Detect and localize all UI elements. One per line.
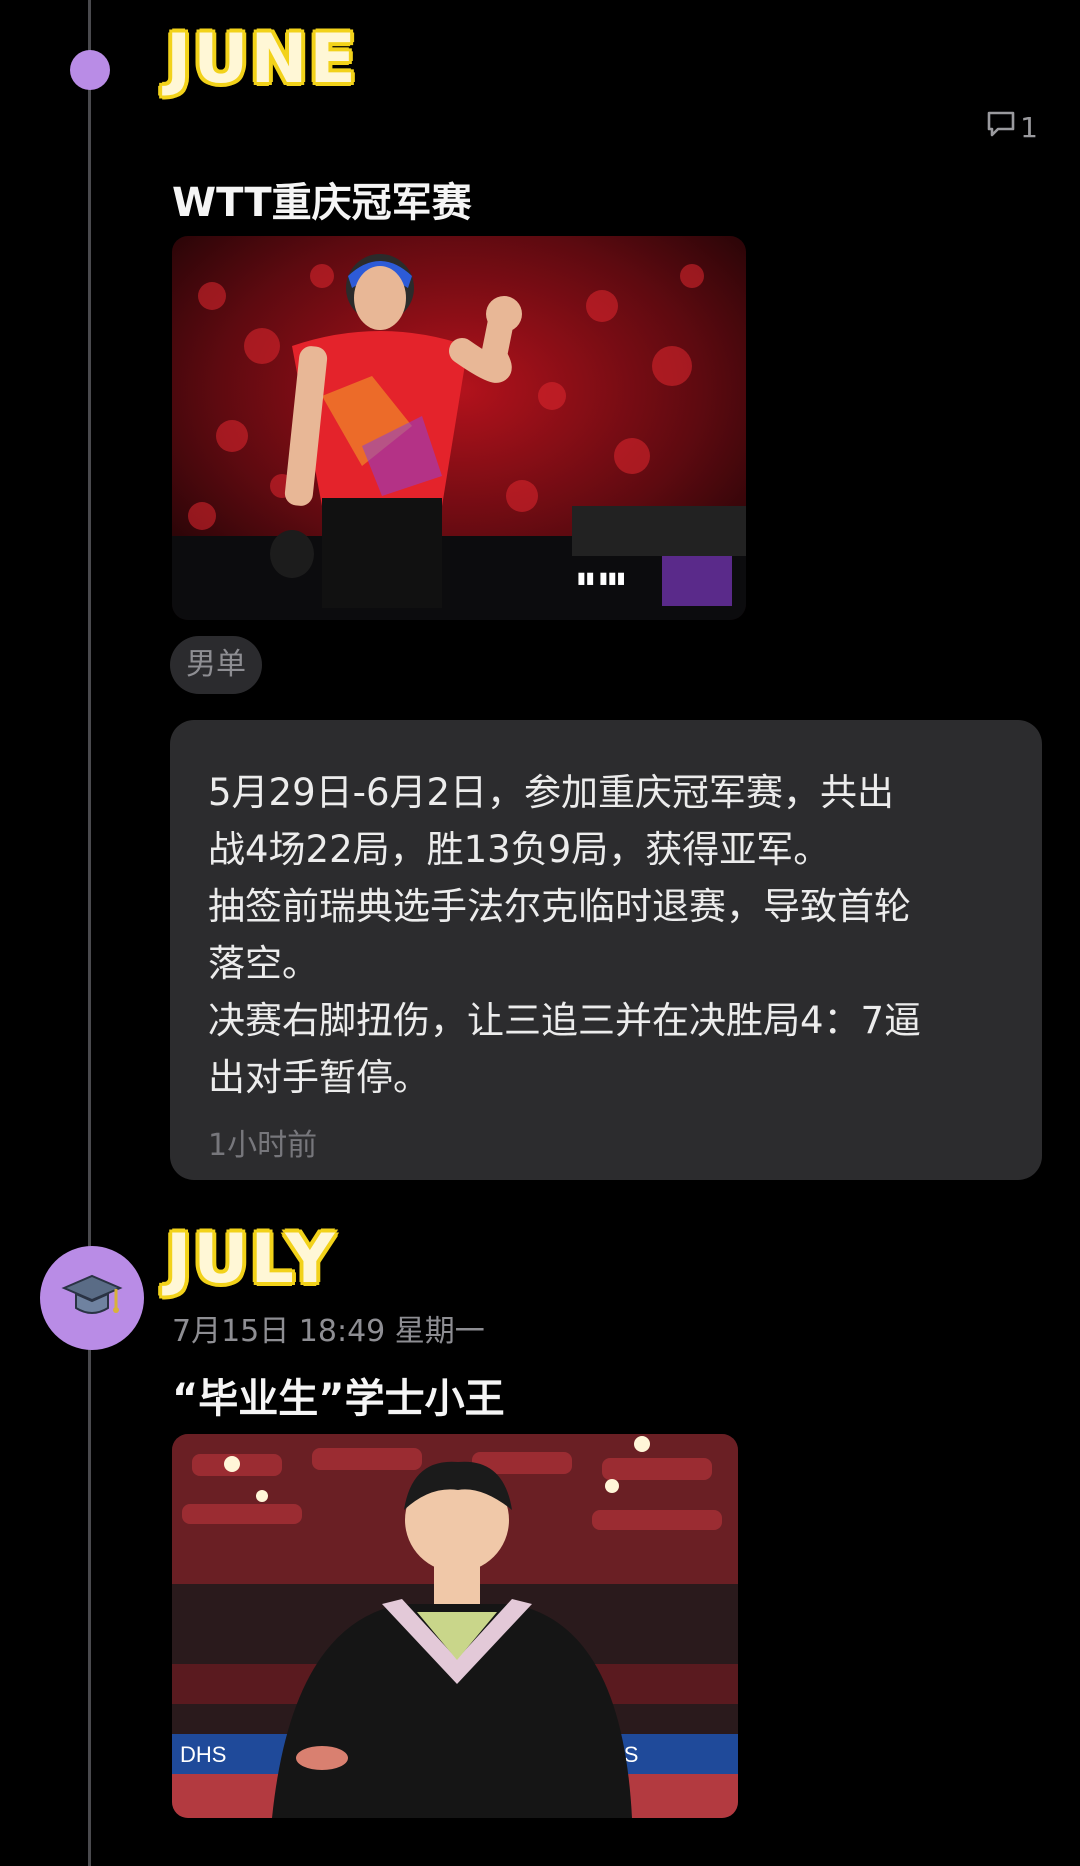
paragraph-line: 出对手暂停。 (208, 1056, 430, 1099)
paragraph-line: 5月29日-6月2日，参加重庆冠军赛，共出 (208, 771, 895, 814)
post-text-card: 5月29日-6月2日，参加重庆冠军赛，共出 战4场22局，胜13负9局，获得亚军… (170, 720, 1042, 1180)
month-badge-july: JULY (164, 1220, 337, 1299)
svg-text:▮▮ ▮▮▮: ▮▮ ▮▮▮ (577, 570, 625, 587)
post-photo-june[interactable]: ▮▮ ▮▮▮ (172, 236, 746, 620)
paragraph-line: 决赛右脚扭伤，让三追三并在决胜局4：7逼 (208, 999, 922, 1042)
month-badge-june: JUNE (164, 20, 358, 99)
paragraph-line: 落空。 (208, 942, 319, 985)
post-title-june: WTT重庆冠军赛 (172, 180, 472, 226)
comment-icon (986, 110, 1016, 145)
post-photo-july[interactable]: DHS DHS (172, 1434, 738, 1818)
banner-text: DHS (180, 1742, 226, 1767)
paragraph-line: 抽签前瑞典选手法尔克临时退赛，导致首轮 (208, 885, 911, 928)
graduation-cap-icon (60, 1268, 124, 1328)
timeline-dot-june (70, 50, 110, 90)
post-date-july: 7月15日 18:49 星期一 (172, 1314, 485, 1349)
tag-chip-mens-singles[interactable]: 男单 (170, 636, 262, 694)
paragraph-line: 战4场22局，胜13负9局，获得亚军。 (208, 828, 831, 871)
graduation-avatar (40, 1246, 144, 1350)
comment-count: 1 (1020, 111, 1038, 144)
post-timestamp: 1小时前 (208, 1128, 318, 1163)
timeline-line (88, 0, 91, 1866)
post-title-july: “毕业生”学士小王 (172, 1376, 505, 1422)
comment-button[interactable]: 1 (986, 110, 1038, 145)
